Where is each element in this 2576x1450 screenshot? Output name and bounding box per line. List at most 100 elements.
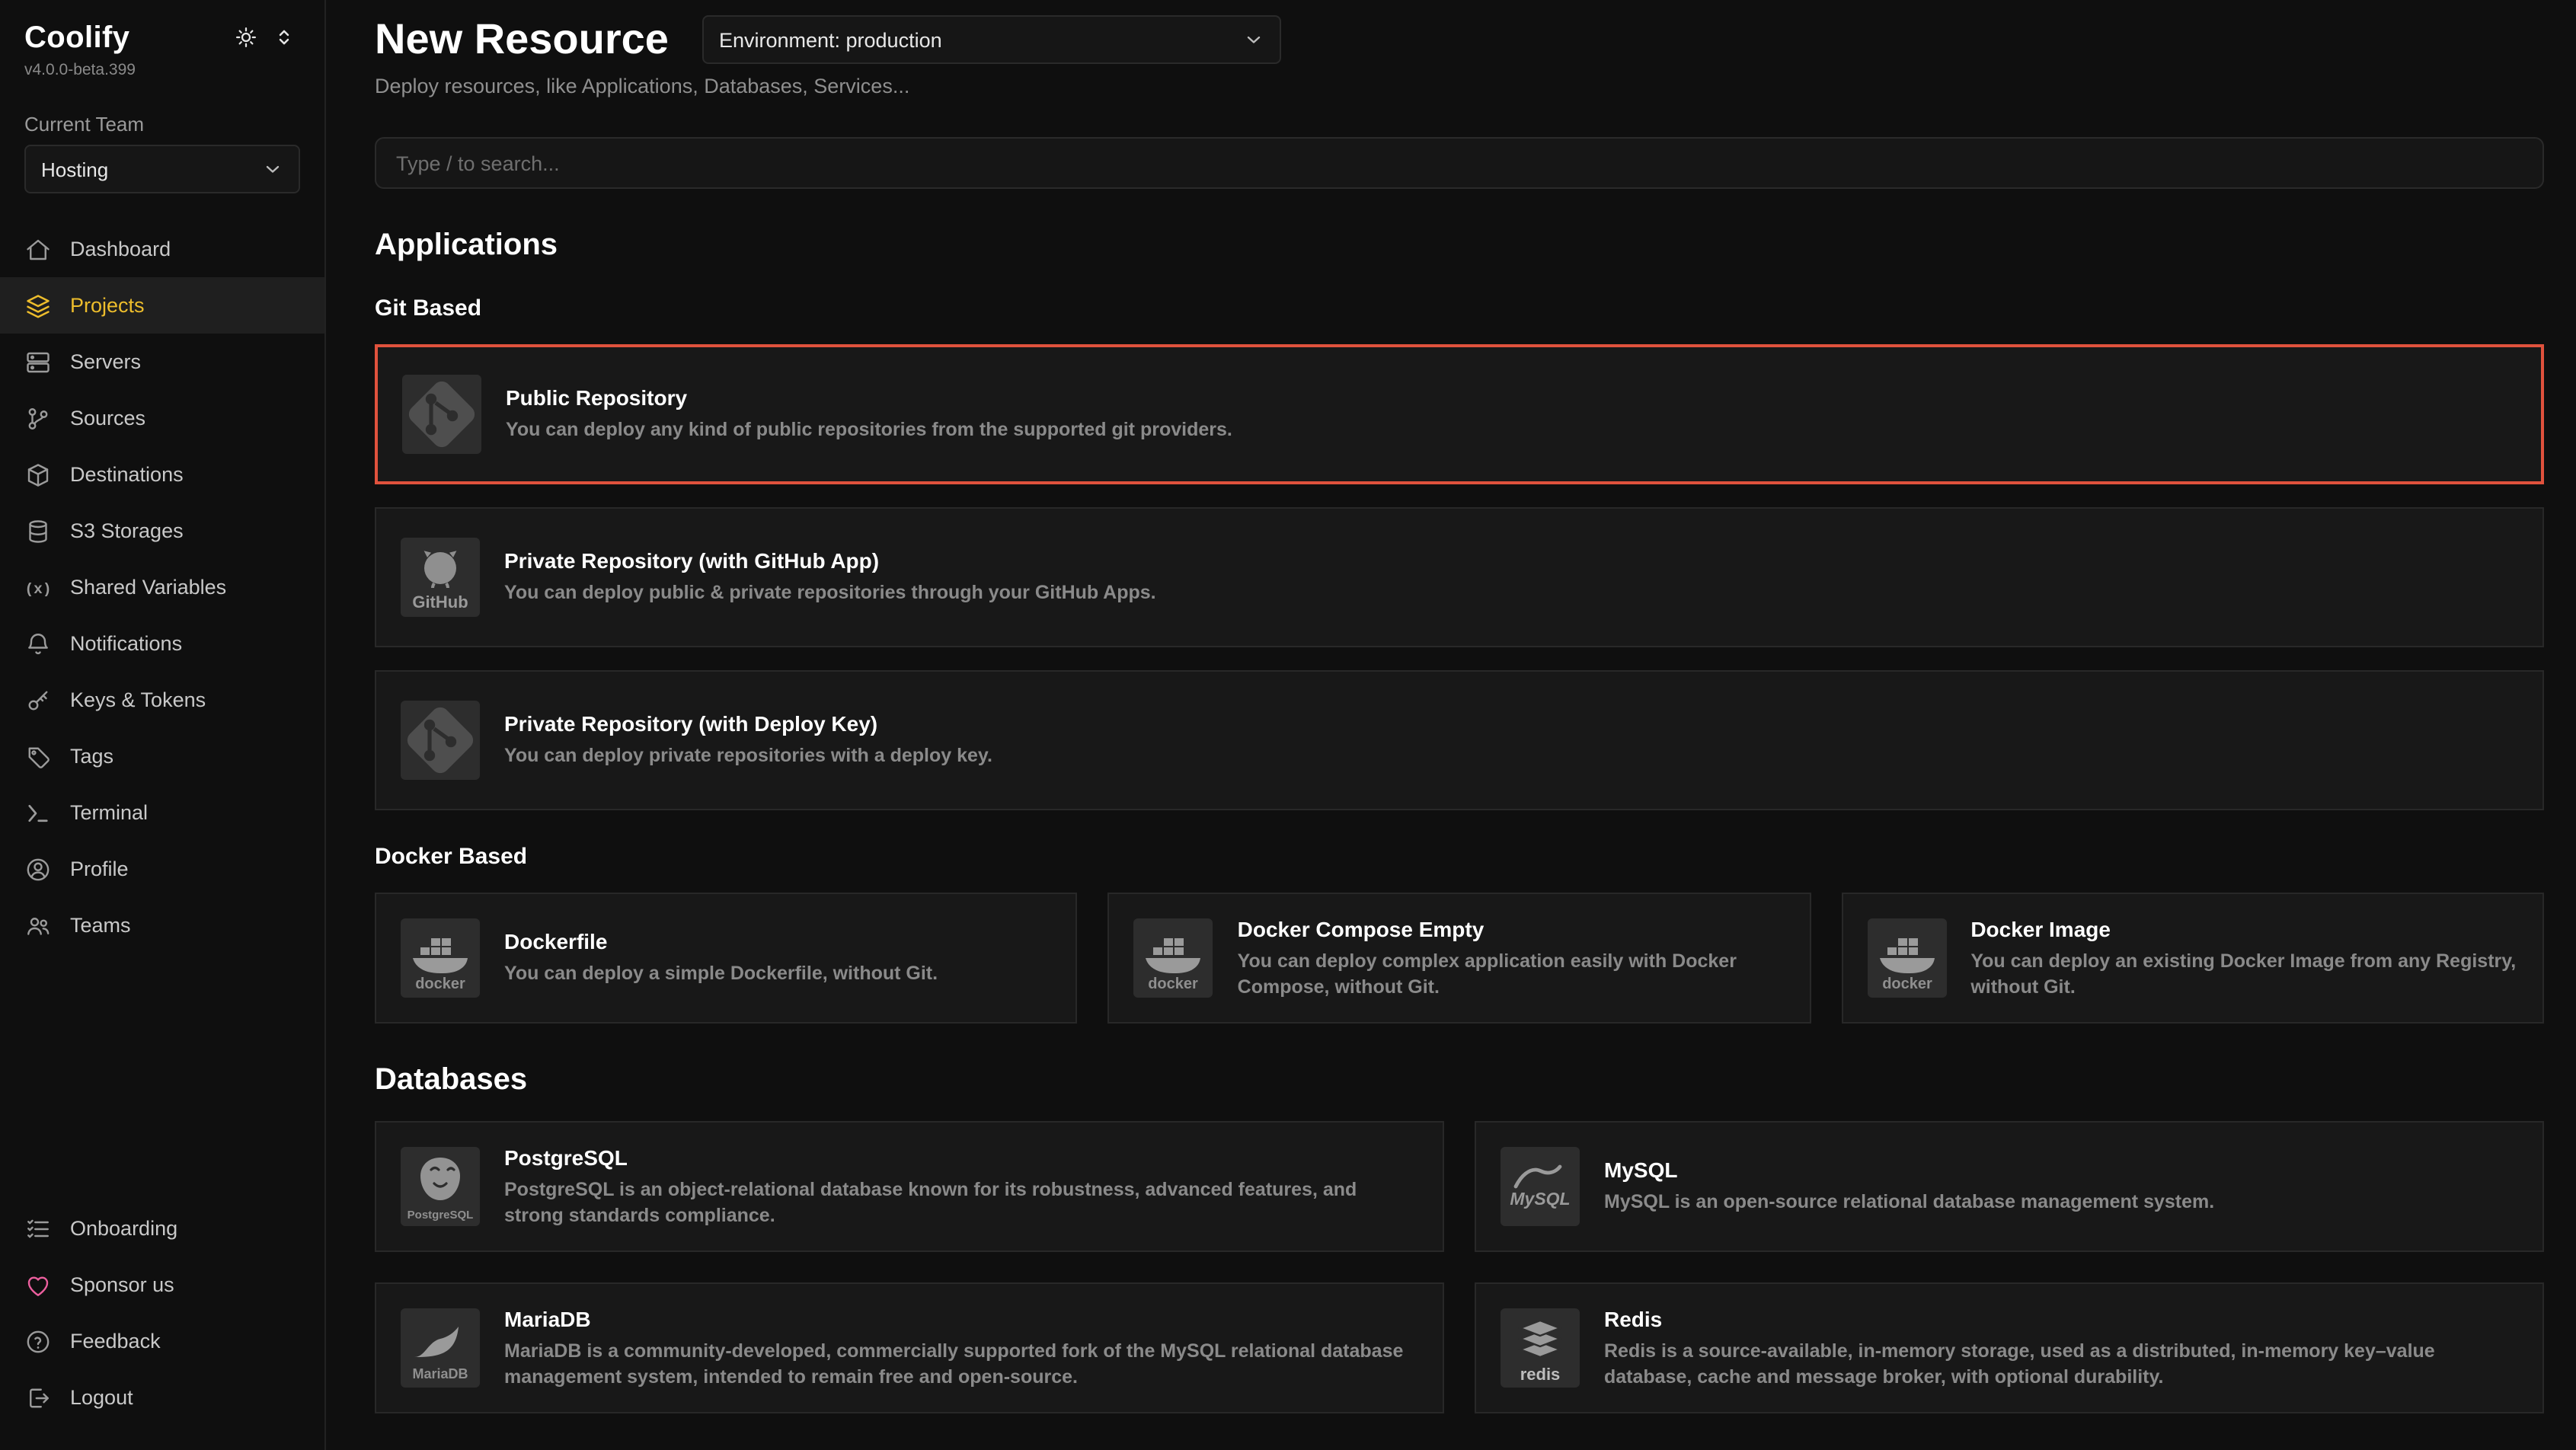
sidebar-item-destinations[interactable]: Destinations [0, 446, 324, 503]
sidebar-item-label: Shared Variables [70, 576, 226, 599]
card-description: You can deploy private repositories with… [504, 743, 992, 769]
current-team-label: Current Team [0, 79, 324, 145]
svg-text:MariaDB: MariaDB [412, 1366, 468, 1381]
sidebar-item-label: Logout [70, 1386, 133, 1409]
card-description: You can deploy complex application easil… [1238, 948, 1785, 1000]
resource-card-private-repository-deploy-key[interactable]: Private Repository (with Deploy Key) You… [375, 670, 2544, 810]
chevron-sort-icon[interactable] [273, 25, 300, 53]
help-icon [24, 1327, 52, 1355]
resource-card-docker-compose-empty[interactable]: docker Docker Compose Empty You can depl… [1108, 893, 1811, 1024]
team-select[interactable]: Hosting [24, 145, 300, 193]
server-icon [24, 348, 52, 375]
card-description: You can deploy an existing Docker Image … [1970, 948, 2518, 1000]
sidebar-item-label: Notifications [70, 632, 182, 655]
sidebar-item-terminal[interactable]: Terminal [0, 784, 324, 841]
sidebar-item-label: Sources [70, 407, 145, 430]
sidebar-item-label: Servers [70, 350, 141, 373]
card-title: MariaDB [504, 1306, 1418, 1332]
svg-text:PostgreSQL: PostgreSQL [407, 1209, 474, 1222]
layers-icon [24, 292, 52, 319]
sidebar-item-onboarding[interactable]: Onboarding [0, 1200, 324, 1257]
docker-icon: docker [401, 918, 480, 998]
resource-card-mariadb[interactable]: MariaDB MariaDB MariaDB is a community-d… [375, 1282, 1444, 1413]
card-title: PostgreSQL [504, 1145, 1418, 1171]
bell-icon [24, 630, 52, 657]
card-title: Private Repository (with Deploy Key) [504, 711, 992, 737]
sidebar-nav: Dashboard Projects Servers Sources Desti… [0, 221, 324, 953]
sidebar-item-servers[interactable]: Servers [0, 334, 324, 390]
git-icon [402, 375, 481, 454]
resource-card-dockerfile[interactable]: docker Dockerfile You can deploy a simpl… [375, 893, 1078, 1024]
sun-icon[interactable] [235, 25, 262, 53]
svg-text:docker: docker [1149, 976, 1199, 992]
sidebar-item-teams[interactable]: Teams [0, 897, 324, 953]
sidebar-item-label: Destinations [70, 463, 184, 486]
redis-icon: redis [1501, 1308, 1580, 1388]
resource-card-docker-image[interactable]: docker Docker Image You can deploy an ex… [1841, 893, 2544, 1024]
git-based-subsection-title: Git Based [375, 295, 2544, 323]
git-branch-icon [24, 404, 52, 432]
page-title: New Resource [375, 12, 669, 67]
home-icon [24, 235, 52, 263]
team-select-value: Hosting [41, 158, 108, 180]
sidebar-item-logout[interactable]: Logout [0, 1369, 324, 1426]
resource-card-mysql[interactable]: MySQL MySQL MySQL is an open-source rela… [1475, 1121, 2544, 1252]
sidebar-item-dashboard[interactable]: Dashboard [0, 221, 324, 277]
sidebar-item-s3-storages[interactable]: S3 Storages [0, 503, 324, 559]
sidebar-item-label: Teams [70, 914, 131, 937]
sidebar-item-label: S3 Storages [70, 519, 184, 542]
sidebar-item-label: Projects [70, 294, 145, 317]
sidebar-item-sources[interactable]: Sources [0, 390, 324, 446]
variable-icon: (x) [24, 573, 52, 601]
card-title: Redis [1604, 1306, 2518, 1332]
chevron-down-icon [262, 158, 283, 180]
checklist-icon [24, 1215, 52, 1242]
sidebar-item-notifications[interactable]: Notifications [0, 615, 324, 672]
resource-card-public-repository[interactable]: Public Repository You can deploy any kin… [375, 344, 2544, 484]
coolify-app: Coolify v4.0.0-beta.399 Current Team Hos… [0, 0, 2576, 1450]
chevron-down-icon [1243, 29, 1264, 50]
postgresql-icon: PostgreSQL [401, 1147, 480, 1226]
svg-text:(x): (x) [24, 580, 51, 597]
docker-icon: docker [1867, 918, 1946, 998]
sidebar-item-keys-tokens[interactable]: Keys & Tokens [0, 672, 324, 728]
card-title: MySQL [1604, 1158, 2214, 1183]
sidebar-item-projects[interactable]: Projects [0, 277, 324, 334]
sidebar-item-shared-variables[interactable]: (x) Shared Variables [0, 559, 324, 615]
mysql-icon: MySQL [1501, 1147, 1580, 1226]
sidebar-item-label: Dashboard [70, 238, 171, 260]
docker-icon: docker [1134, 918, 1213, 998]
card-description: Redis is a source-available, in-memory s… [1604, 1338, 2518, 1390]
search-input[interactable] [375, 137, 2544, 189]
environment-select[interactable]: Environment: production [702, 15, 1281, 64]
card-title: Docker Image [1970, 916, 2518, 942]
card-description: MariaDB is a community-developed, commer… [504, 1338, 1418, 1390]
page-subtitle: Deploy resources, like Applications, Dat… [375, 73, 2544, 101]
git-icon [401, 701, 480, 780]
svg-text:MySQL: MySQL [1510, 1189, 1570, 1209]
card-title: Private Repository (with GitHub App) [504, 548, 1156, 574]
users-icon [24, 912, 52, 939]
card-title: Docker Compose Empty [1238, 916, 1785, 942]
sidebar-footer: Onboarding Sponsor us Feedback Logout [0, 1200, 324, 1426]
github-icon: GitHub [401, 538, 480, 617]
sidebar-item-profile[interactable]: Profile [0, 841, 324, 897]
svg-text:redis: redis [1520, 1365, 1561, 1384]
brand-title: Coolify [24, 21, 129, 56]
resource-card-private-repository-github-app[interactable]: GitHub Private Repository (with GitHub A… [375, 507, 2544, 647]
resource-card-redis[interactable]: redis Redis Redis is a source-available,… [1475, 1282, 2544, 1413]
environment-select-value: Environment: production [719, 28, 942, 51]
sidebar-item-label: Terminal [70, 801, 148, 824]
databases-section-title: Databases [375, 1063, 2544, 1097]
tag-icon [24, 743, 52, 770]
sidebar-item-feedback[interactable]: Feedback [0, 1313, 324, 1369]
card-title: Public Repository [506, 385, 1232, 411]
sidebar-item-label: Tags [70, 745, 113, 768]
sidebar-item-sponsor-us[interactable]: Sponsor us [0, 1257, 324, 1313]
card-title: Dockerfile [504, 929, 938, 955]
resource-card-postgresql[interactable]: PostgreSQL PostgreSQL PostgreSQL is an o… [375, 1121, 1444, 1252]
svg-text:docker: docker [1882, 976, 1932, 992]
card-description: You can deploy public & private reposito… [504, 580, 1156, 606]
sidebar-item-tags[interactable]: Tags [0, 728, 324, 784]
key-icon [24, 686, 52, 714]
